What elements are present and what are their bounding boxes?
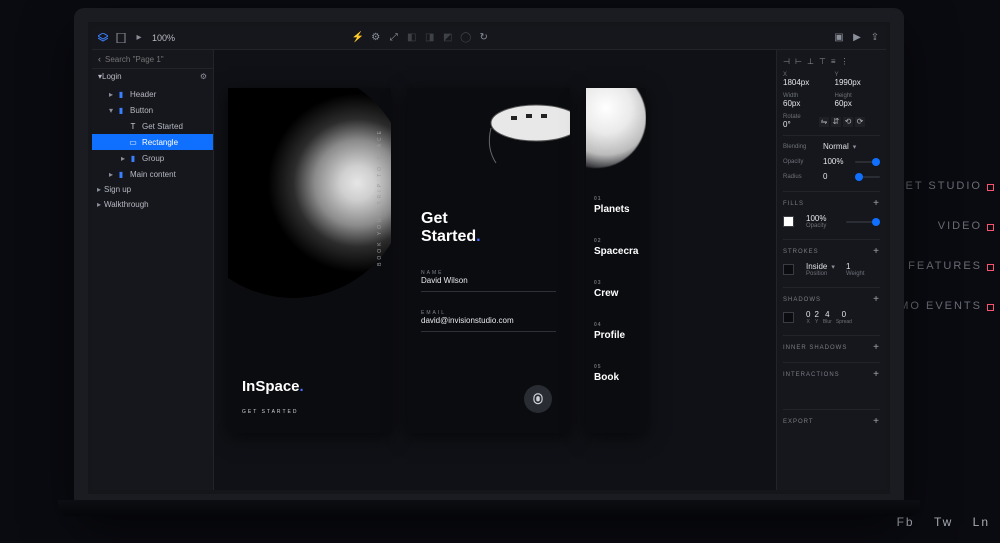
add-fill[interactable]: + <box>873 198 880 209</box>
fill-opacity[interactable]: 100% <box>806 214 840 223</box>
flip-h-icon[interactable]: ⇋ <box>819 117 829 127</box>
tree-node-button[interactable]: ▾▮Button <box>92 102 213 118</box>
tree-node-signup[interactable]: ▸Sign up <box>92 182 213 197</box>
radius-value[interactable]: 0 <box>823 172 849 181</box>
tree-node-getstarted[interactable]: TGet Started <box>92 118 213 134</box>
stroke-weight[interactable]: 1 <box>846 262 880 271</box>
folder-icon: ▮ <box>128 153 138 163</box>
page-label[interactable]: Login <box>102 72 122 81</box>
bolt-icon[interactable]: ⚡ <box>353 33 363 43</box>
preview-icon[interactable]: ▣ <box>834 33 844 43</box>
union-icon[interactable]: ◧ <box>407 33 417 43</box>
social-fb[interactable]: Fb <box>897 515 915 529</box>
intersect-icon[interactable]: ◩ <box>443 33 453 43</box>
tree-node-maincontent[interactable]: ▸▮Main content <box>92 166 213 182</box>
email-value: david@invisionstudio.com <box>421 316 556 325</box>
flip-controls: ⇋⇵⟲⟳ <box>819 117 865 127</box>
tree-node-rectangle[interactable]: ▭Rectangle <box>92 134 213 150</box>
size-w[interactable]: 60px <box>783 99 829 108</box>
tree-node-walkthrough[interactable]: ▸Walkthrough <box>92 197 213 212</box>
refresh-icon[interactable]: ↻ <box>479 33 489 43</box>
social-ln[interactable]: Ln <box>973 515 990 529</box>
laptop-mockup: ▸ 100% ⚡ ⚙ ⤢ ◧ ◨ ◩ ◯ ↻ ▣ ▶ ⇪ ‹ ▾Login <box>74 8 904 508</box>
blend-dropdown[interactable]: Normal <box>823 142 856 151</box>
share-icon[interactable]: ⇪ <box>870 33 880 43</box>
app-toolbar: ▸ 100% ⚡ ⚙ ⤢ ◧ ◨ ◩ ◯ ↻ ▣ ▶ ⇪ <box>92 26 886 50</box>
pointer-icon[interactable]: ▸ <box>134 33 144 43</box>
spacecraft-graphic <box>456 88 570 198</box>
align-left-icon[interactable]: ⊣ <box>783 57 790 66</box>
folder-icon: ▮ <box>116 169 126 179</box>
cta-label: GET STARTED <box>242 409 298 415</box>
zoom-level[interactable]: 100% <box>152 33 175 43</box>
back-icon[interactable]: ‹ <box>98 54 101 64</box>
design-app: ▸ 100% ⚡ ⚙ ⤢ ◧ ◨ ◩ ◯ ↻ ▣ ▶ ⇪ ‹ ▾Login <box>92 26 886 490</box>
moon-graphic <box>228 88 391 298</box>
size-h[interactable]: 60px <box>835 99 881 108</box>
app-title: InSpace <box>242 378 304 395</box>
inspector-panel: ⊣ ⊢ ⊥ ⊤ ≡ ⋮ X1804px Y1990px Width60px He… <box>776 50 886 490</box>
radius-slider[interactable]: .slider[data-name="radius-slider"]::afte… <box>855 176 880 178</box>
flip-icon[interactable]: ⟲ <box>843 117 853 127</box>
align-top-icon[interactable]: ⊤ <box>819 57 826 66</box>
folder-icon: ▮ <box>116 89 126 99</box>
opacity-slider[interactable] <box>855 161 880 163</box>
planet-graphic <box>586 88 646 168</box>
pos-x[interactable]: 1804px <box>783 78 829 87</box>
social-links: Fb Tw Ln <box>883 515 990 529</box>
shadow-swatch[interactable] <box>783 312 794 323</box>
name-value: David Wilson <box>421 276 556 285</box>
rotate[interactable]: 0° <box>783 120 813 129</box>
page-icon[interactable] <box>116 33 126 43</box>
align-right-icon[interactable]: ⊥ <box>807 57 814 66</box>
left-panel: ‹ ▾Login ⚙ ▸▮Header ▾▮Button TGet Starte… <box>92 50 214 490</box>
vertical-tagline: BOOK YOUR TRIP TO SPACE <box>377 128 383 266</box>
artboard-getstarted[interactable]: GetStarted NAME David Wilson EMAIL david… <box>407 88 570 433</box>
rect-icon: ▭ <box>128 137 138 147</box>
add-shadow[interactable]: + <box>873 294 880 305</box>
flip-icon[interactable]: ⟳ <box>855 117 865 127</box>
text-icon: T <box>128 121 138 131</box>
layers-tree: ▸▮Header ▾▮Button TGet Started ▭Rectangl… <box>92 84 213 490</box>
subtract-icon[interactable]: ◨ <box>425 33 435 43</box>
canvas[interactable]: BOOK YOUR TRIP TO SPACE InSpace GET STAR… <box>214 50 776 490</box>
screen-title: GetStarted <box>421 210 481 245</box>
artboard-login[interactable]: BOOK YOUR TRIP TO SPACE InSpace GET STAR… <box>228 88 391 433</box>
tree-node-header[interactable]: ▸▮Header <box>92 86 213 102</box>
stroke-position[interactable]: Inside <box>806 262 840 271</box>
tree-node-group[interactable]: ▸▮Group <box>92 150 213 166</box>
add-export[interactable]: + <box>873 416 880 427</box>
align-tools: ⊣ ⊢ ⊥ ⊤ ≡ ⋮ <box>783 54 880 72</box>
folder-icon: ▮ <box>116 105 126 115</box>
add-stroke[interactable]: + <box>873 246 880 257</box>
fill-swatch[interactable] <box>783 216 794 227</box>
layers-icon[interactable] <box>98 33 108 43</box>
social-tw[interactable]: Tw <box>934 515 953 529</box>
play-icon[interactable]: ▶ <box>852 33 862 43</box>
flip-v-icon[interactable]: ⇵ <box>831 117 841 127</box>
opacity-value[interactable]: 100% <box>823 157 849 166</box>
search-row: ‹ <box>92 50 213 69</box>
mask-icon[interactable]: ◯ <box>461 33 471 43</box>
search-input[interactable] <box>105 55 215 64</box>
fingerprint-button[interactable] <box>524 385 552 413</box>
dist-v-icon[interactable]: ⋮ <box>841 57 849 66</box>
gear-icon[interactable]: ⚙ <box>371 33 381 43</box>
align-center-icon[interactable]: ⊢ <box>795 57 802 66</box>
artboard-menu[interactable]: 01Planets 02Spacecra 03Crew 04Profile 05… <box>586 88 646 433</box>
dist-h-icon[interactable]: ≡ <box>831 57 836 66</box>
add-interaction[interactable]: + <box>873 369 880 380</box>
add-inner-shadow[interactable]: + <box>873 342 880 353</box>
resize-icon[interactable]: ⤢ <box>389 33 399 43</box>
stroke-swatch[interactable] <box>783 264 794 275</box>
fill-slider[interactable] <box>846 221 880 223</box>
page-settings-icon[interactable]: ⚙ <box>200 72 207 81</box>
pos-y[interactable]: 1990px <box>835 78 881 87</box>
